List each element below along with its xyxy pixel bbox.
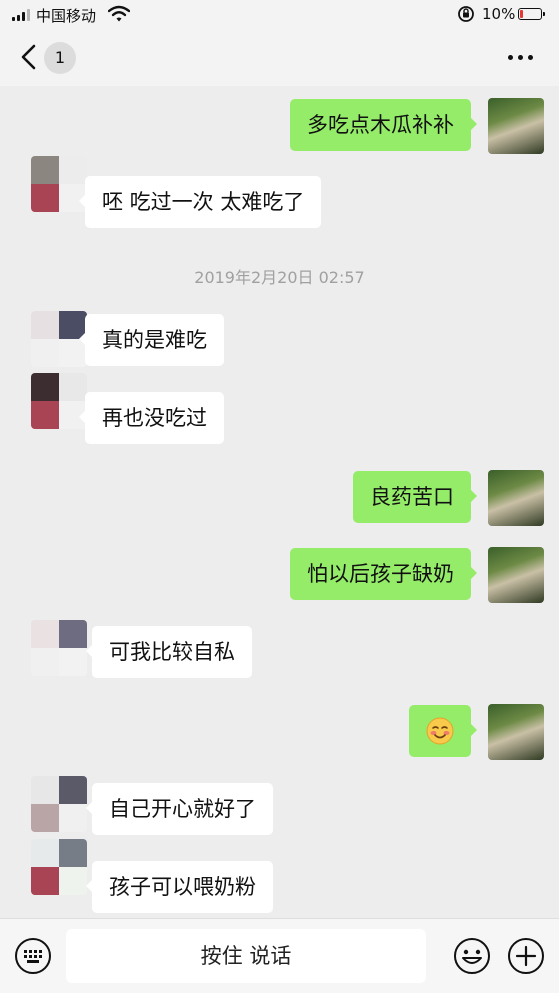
outgoing-message[interactable]: 多吃点木瓜补补 xyxy=(290,99,477,151)
contact-avatar[interactable] xyxy=(31,620,87,676)
incoming-message[interactable]: 孩子可以喂奶粉 xyxy=(86,861,273,913)
contact-avatar[interactable] xyxy=(31,839,87,895)
my-avatar[interactable] xyxy=(488,704,544,760)
incoming-message[interactable]: 可我比较自私 xyxy=(86,626,252,678)
outgoing-message[interactable] xyxy=(409,705,477,757)
incoming-message[interactable]: 再也没吃过 xyxy=(79,392,224,444)
smiley-icon[interactable] xyxy=(453,937,491,975)
incoming-message[interactable]: 自己开心就好了 xyxy=(86,783,273,835)
outgoing-message[interactable]: 良药苦口 xyxy=(353,471,477,523)
keyboard-icon[interactable] xyxy=(14,937,52,975)
more-dots-icon[interactable] xyxy=(504,44,538,70)
input-bar: 按住 说话 xyxy=(0,918,559,993)
my-avatar[interactable] xyxy=(488,470,544,526)
hold-to-talk-button[interactable]: 按住 说话 xyxy=(66,929,426,983)
my-avatar[interactable] xyxy=(488,98,544,154)
carrier-name: 中国移动 xyxy=(36,7,97,25)
unread-count-badge[interactable]: 1 xyxy=(44,42,76,74)
incoming-message[interactable]: 呸 吃过一次 太难吃了 xyxy=(78,176,322,228)
message-timestamp: 2019年2月20日 02:57 xyxy=(194,268,365,287)
wifi-icon xyxy=(108,5,130,22)
nav-bar: 1 xyxy=(0,30,559,86)
battery-icon xyxy=(518,8,545,20)
my-avatar[interactable] xyxy=(488,547,544,603)
contact-avatar[interactable] xyxy=(31,776,87,832)
chat-area[interactable]: 多吃点木瓜补补 呸 吃过一次 太难吃了 2019年2月20日 02:57 真的是… xyxy=(0,86,559,918)
incoming-message[interactable]: 真的是难吃 xyxy=(79,314,224,366)
blushing-smile-emoji xyxy=(426,717,454,745)
outgoing-message[interactable]: 怕以后孩子缺奶 xyxy=(290,548,477,600)
chevron-left-icon[interactable] xyxy=(14,42,44,72)
battery-percent: 10% xyxy=(482,5,516,23)
rotation-lock-icon xyxy=(458,6,474,22)
signal-icon xyxy=(12,9,34,21)
status-bar: 中国移动 10% xyxy=(0,0,559,30)
plus-circle-icon[interactable] xyxy=(507,937,545,975)
